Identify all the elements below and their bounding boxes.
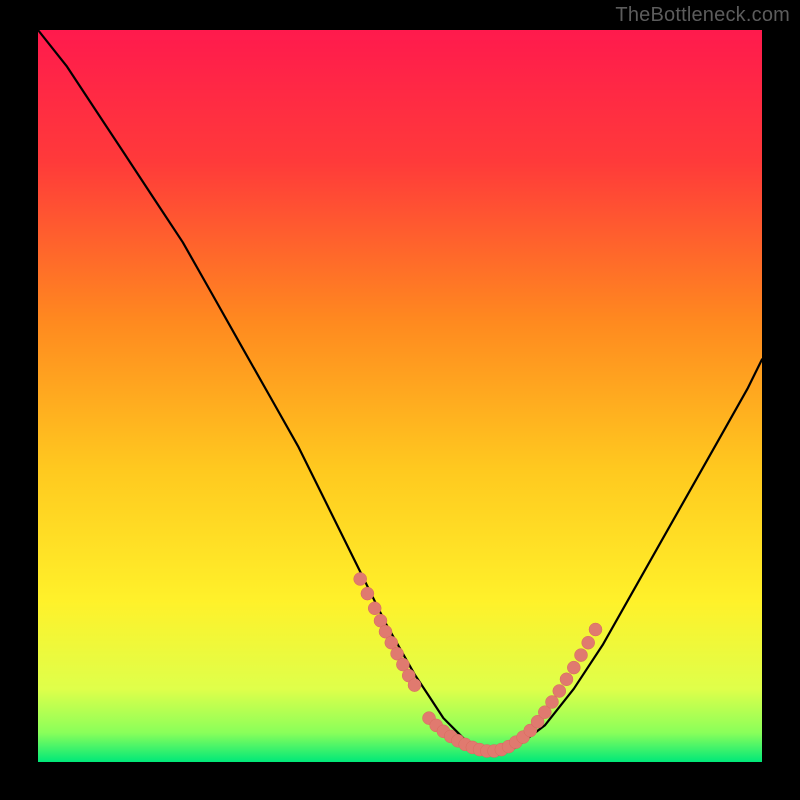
curve-dot — [361, 587, 374, 600]
curve-dot — [408, 679, 421, 692]
curve-dot — [560, 673, 573, 686]
watermark-text: TheBottleneck.com — [615, 4, 790, 27]
curve-dot — [575, 649, 588, 662]
curve-dot — [582, 636, 595, 649]
curve-dot — [546, 696, 559, 709]
curve-dot — [589, 623, 602, 636]
chart-stage: TheBottleneck.com — [0, 0, 800, 800]
chart-svg — [0, 0, 800, 800]
curve-dot — [368, 602, 381, 615]
curve-dot — [567, 661, 580, 674]
curve-dot — [354, 573, 367, 586]
curve-dot — [553, 685, 566, 698]
